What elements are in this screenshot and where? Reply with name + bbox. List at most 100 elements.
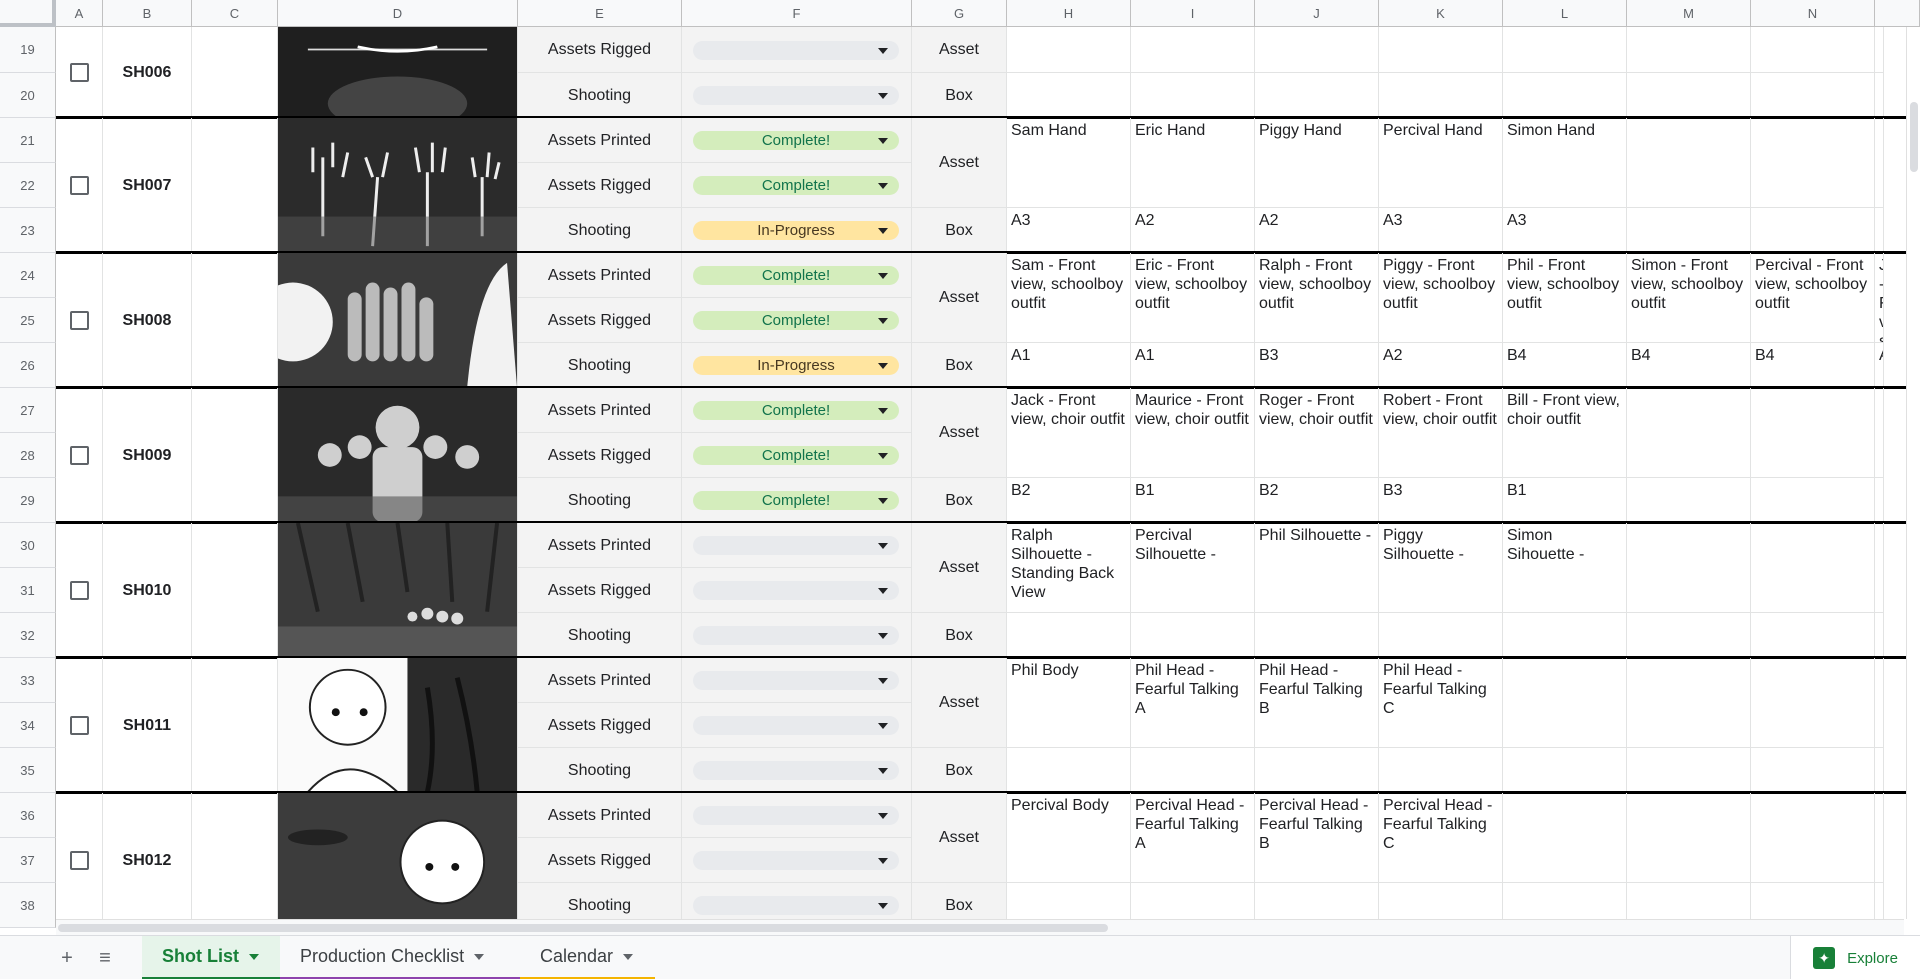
- box-cell[interactable]: B2: [1007, 478, 1131, 523]
- asset-cell[interactable]: [1627, 118, 1751, 208]
- status-dropdown[interactable]: [693, 851, 899, 870]
- column-header-c[interactable]: C: [192, 0, 278, 27]
- status-dropdown[interactable]: [693, 806, 899, 825]
- asset-cell[interactable]: [1751, 27, 1875, 73]
- vertical-scroll-thumb[interactable]: [1910, 102, 1918, 172]
- notes-cell[interactable]: [192, 118, 278, 253]
- box-cell[interactable]: A2: [1255, 208, 1379, 253]
- asset-cell[interactable]: Simon - Front view, schoolboy outfit: [1627, 253, 1751, 343]
- asset-cell[interactable]: Jack - Front view, choir outfit: [1007, 388, 1131, 478]
- horizontal-scrollbar[interactable]: [56, 919, 1904, 935]
- box-cell[interactable]: [1255, 73, 1379, 118]
- box-cell[interactable]: B1: [1503, 478, 1627, 523]
- asset-cell[interactable]: Maurice - Front view, choir outfit: [1131, 388, 1255, 478]
- chevron-down-icon[interactable]: [474, 953, 485, 960]
- notes-cell[interactable]: [192, 523, 278, 658]
- shot-checkbox[interactable]: [69, 580, 89, 600]
- box-cell[interactable]: [1255, 883, 1379, 919]
- shot-checkbox[interactable]: [69, 310, 89, 330]
- box-cell[interactable]: B4: [1627, 343, 1751, 388]
- row-header[interactable]: 19: [0, 27, 56, 73]
- row-header[interactable]: 36: [0, 793, 56, 838]
- status-dropdown[interactable]: Complete!: [693, 491, 899, 510]
- box-cell[interactable]: [1131, 883, 1255, 919]
- asset-cell[interactable]: Ralph Silhouette - Standing Back View: [1007, 523, 1131, 613]
- box-cell[interactable]: [1875, 748, 1884, 793]
- box-cell[interactable]: [1875, 478, 1884, 523]
- row-header[interactable]: 32: [0, 613, 56, 658]
- asset-cell[interactable]: [1627, 793, 1751, 883]
- asset-cell[interactable]: [1751, 793, 1875, 883]
- status-dropdown[interactable]: [693, 896, 899, 915]
- notes-cell[interactable]: [192, 793, 278, 919]
- asset-cell[interactable]: Percival Head - Fearful Talking C: [1379, 793, 1503, 883]
- box-cell[interactable]: [1007, 748, 1131, 793]
- box-cell[interactable]: [1627, 208, 1751, 253]
- row-header[interactable]: 20: [0, 73, 56, 118]
- box-cell[interactable]: [1751, 883, 1875, 919]
- asset-cell[interactable]: Roger - Front view, choir outfit: [1255, 388, 1379, 478]
- row-header[interactable]: 33: [0, 658, 56, 703]
- row-header[interactable]: 35: [0, 748, 56, 793]
- status-dropdown[interactable]: In-Progress: [693, 221, 899, 240]
- vertical-scrollbar[interactable]: [1906, 27, 1920, 919]
- column-header-b[interactable]: B: [103, 0, 192, 27]
- row-header[interactable]: 25: [0, 298, 56, 343]
- box-cell[interactable]: A1: [1007, 343, 1131, 388]
- asset-cell[interactable]: [1875, 793, 1884, 883]
- status-dropdown[interactable]: [693, 536, 899, 555]
- box-cell[interactable]: [1379, 613, 1503, 658]
- asset-cell[interactable]: [1751, 658, 1875, 748]
- box-cell[interactable]: [1007, 613, 1131, 658]
- column-header-l[interactable]: L: [1503, 0, 1627, 27]
- asset-cell[interactable]: [1627, 388, 1751, 478]
- row-header[interactable]: 28: [0, 433, 56, 478]
- asset-cell[interactable]: [1379, 27, 1503, 73]
- box-cell[interactable]: [1875, 208, 1884, 253]
- explore-button[interactable]: ✦ Explore: [1790, 936, 1920, 979]
- notes-cell[interactable]: [192, 253, 278, 388]
- asset-cell[interactable]: [1875, 27, 1884, 73]
- box-cell[interactable]: [1627, 613, 1751, 658]
- status-dropdown[interactable]: [693, 716, 899, 735]
- sheet-tab-production-checklist[interactable]: Production Checklist: [280, 936, 520, 979]
- asset-cell[interactable]: Eric Hand: [1131, 118, 1255, 208]
- box-cell[interactable]: [1875, 613, 1884, 658]
- asset-cell[interactable]: Percival Hand: [1379, 118, 1503, 208]
- asset-cell[interactable]: Jack - Front view, schoolboy outfit: [1875, 253, 1884, 343]
- shot-checkbox[interactable]: [69, 62, 89, 82]
- box-cell[interactable]: B1: [1131, 478, 1255, 523]
- column-header-h[interactable]: H: [1007, 0, 1131, 27]
- status-dropdown[interactable]: [693, 671, 899, 690]
- all-sheets-icon[interactable]: ≡: [90, 936, 120, 979]
- row-header[interactable]: 21: [0, 118, 56, 163]
- asset-cell[interactable]: [1007, 27, 1131, 73]
- status-dropdown[interactable]: Complete!: [693, 266, 899, 285]
- status-dropdown[interactable]: Complete!: [693, 401, 899, 420]
- asset-cell[interactable]: [1503, 27, 1627, 73]
- asset-cell[interactable]: Piggy Silhouette -: [1379, 523, 1503, 613]
- asset-cell[interactable]: Simon Hand: [1503, 118, 1627, 208]
- plus-icon[interactable]: +: [52, 936, 82, 979]
- shot-checkbox[interactable]: [69, 445, 89, 465]
- box-cell[interactable]: A2: [1131, 208, 1255, 253]
- column-header-m[interactable]: M: [1627, 0, 1751, 27]
- box-cell[interactable]: [1131, 73, 1255, 118]
- shot-checkbox[interactable]: [69, 850, 89, 870]
- box-cell[interactable]: A1: [1131, 343, 1255, 388]
- asset-cell[interactable]: [1751, 388, 1875, 478]
- column-header-e[interactable]: E: [518, 0, 682, 27]
- chevron-down-icon[interactable]: [249, 953, 259, 960]
- box-cell[interactable]: B4: [1751, 343, 1875, 388]
- box-cell[interactable]: [1751, 208, 1875, 253]
- asset-cell[interactable]: [1875, 523, 1884, 613]
- status-dropdown[interactable]: Complete!: [693, 176, 899, 195]
- box-cell[interactable]: [1503, 883, 1627, 919]
- row-header[interactable]: 38: [0, 883, 56, 928]
- box-cell[interactable]: [1751, 478, 1875, 523]
- asset-cell[interactable]: Phil Head - Fearful Talking B: [1255, 658, 1379, 748]
- asset-cell[interactable]: Eric - Front view, schoolboy outfit: [1131, 253, 1255, 343]
- asset-cell[interactable]: [1875, 388, 1884, 478]
- horizontal-scroll-thumb[interactable]: [58, 924, 1108, 932]
- shot-checkbox[interactable]: [69, 175, 89, 195]
